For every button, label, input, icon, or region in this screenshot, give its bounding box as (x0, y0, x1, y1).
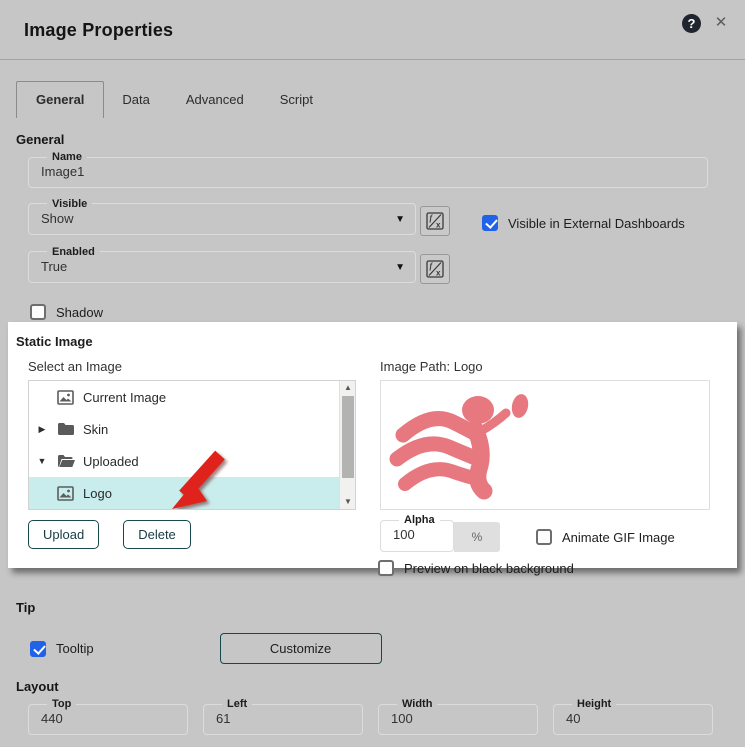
checkbox-label: Shadow (56, 305, 103, 320)
name-field-value[interactable]: Image1 (39, 163, 697, 179)
top-field-label: Top (47, 698, 76, 710)
preview-black-background-checkbox[interactable]: Preview on black background (378, 560, 737, 576)
image-tree[interactable]: Current Image ▶ Skin ▼ Upl (28, 380, 356, 510)
tab-data[interactable]: Data (104, 82, 167, 118)
checkbox-label: Animate GIF Image (562, 530, 675, 545)
height-field-label: Height (572, 698, 616, 710)
general-section-label: General (16, 132, 745, 147)
scroll-up-icon[interactable]: ▲ (340, 381, 356, 395)
width-field-value[interactable]: 100 (389, 710, 527, 726)
tree-scrollbar[interactable]: ▲ ▼ (339, 381, 355, 509)
tree-item-current-image[interactable]: Current Image (29, 381, 355, 413)
top-field[interactable]: Top 440 (28, 698, 188, 735)
left-field[interactable]: Left 61 (203, 698, 363, 735)
chevron-down-icon[interactable]: ▼ (395, 262, 405, 273)
tree-item-skin[interactable]: ▶ Skin (29, 413, 355, 445)
image-preview (380, 380, 710, 510)
tree-item-label: Logo (83, 486, 112, 501)
top-field-value[interactable]: 440 (39, 710, 177, 726)
delete-button[interactable]: Delete (123, 520, 191, 549)
visible-dropdown-label: Visible (47, 198, 92, 210)
tab-bar: General Data Advanced Script (16, 81, 745, 118)
alpha-field-label: Alpha (399, 514, 440, 526)
scroll-down-icon[interactable]: ▼ (340, 495, 356, 509)
select-image-label: Select an Image (28, 359, 380, 374)
svg-text:f: f (430, 262, 434, 271)
static-image-panel: Static Image Select an Image Current Ima… (8, 322, 737, 568)
checkbox-label: Visible in External Dashboards (508, 216, 685, 231)
tab-general[interactable]: General (16, 81, 104, 118)
folder-open-icon (57, 454, 77, 468)
alpha-percent-suffix: % (454, 522, 500, 552)
tip-section-label: Tip (16, 600, 745, 615)
tree-item-label: Skin (83, 422, 108, 437)
height-field[interactable]: Height 40 (553, 698, 713, 735)
fx-icon: f x (425, 259, 445, 279)
layout-section-label: Layout (16, 679, 745, 694)
svg-text:x: x (436, 269, 441, 278)
folder-closed-icon (57, 422, 77, 436)
tooltip-checkbox[interactable]: Tooltip (30, 641, 94, 657)
checkbox-box[interactable] (378, 560, 394, 576)
visible-dropdown[interactable]: Visible Show ▼ (28, 198, 416, 235)
visible-expression-button[interactable]: f x (420, 206, 450, 236)
enabled-dropdown-value: True (39, 258, 405, 274)
width-field[interactable]: Width 100 (378, 698, 538, 735)
image-icon (57, 390, 77, 405)
checkbox-box[interactable] (30, 641, 46, 657)
enabled-dropdown[interactable]: Enabled True ▼ (28, 246, 416, 283)
shadow-checkbox[interactable]: Shadow (30, 304, 745, 320)
alpha-field[interactable]: Alpha 100 (380, 514, 454, 552)
image-icon (57, 486, 77, 501)
image-path-label: Image Path: Logo (380, 359, 737, 374)
name-field-label: Name (47, 151, 87, 163)
enabled-expression-button[interactable]: f x (420, 254, 450, 284)
expander-expanded-icon[interactable]: ▼ (35, 456, 49, 466)
tree-item-uploaded[interactable]: ▼ Uploaded (29, 445, 355, 477)
width-field-label: Width (397, 698, 437, 710)
close-icon[interactable]: ✕ (711, 13, 731, 33)
checkbox-box[interactable] (30, 304, 46, 320)
tab-script[interactable]: Script (262, 82, 331, 118)
tab-advanced[interactable]: Advanced (168, 82, 262, 118)
height-field-value[interactable]: 40 (564, 710, 702, 726)
svg-text:f: f (430, 214, 434, 223)
scrollbar-thumb[interactable] (342, 396, 354, 478)
left-field-label: Left (222, 698, 252, 710)
checkbox-label: Preview on black background (404, 561, 574, 576)
animate-gif-checkbox[interactable]: Animate GIF Image (536, 529, 675, 545)
name-field[interactable]: Name Image1 (28, 151, 708, 188)
tree-item-label: Uploaded (83, 454, 139, 469)
customize-button[interactable]: Customize (220, 633, 382, 664)
checkbox-box[interactable] (536, 529, 552, 545)
expander-collapsed-icon[interactable]: ▶ (35, 424, 49, 435)
alpha-field-value[interactable]: 100 (391, 526, 443, 542)
chevron-down-icon[interactable]: ▼ (395, 214, 405, 225)
enabled-dropdown-label: Enabled (47, 246, 100, 258)
fx-icon: f x (425, 211, 445, 231)
image-properties-dialog: Image Properties ? ✕ General Data Advanc… (0, 0, 745, 747)
static-image-section-label: Static Image (16, 334, 737, 349)
checkbox-label: Tooltip (56, 641, 94, 656)
help-icon[interactable]: ? (682, 14, 701, 33)
visible-external-dashboards-checkbox[interactable]: Visible in External Dashboards (482, 215, 685, 231)
left-field-value[interactable]: 61 (214, 710, 352, 726)
tree-item-label: Current Image (83, 390, 166, 405)
checkbox-box[interactable] (482, 215, 498, 231)
upload-button[interactable]: Upload (28, 520, 99, 549)
svg-text:x: x (436, 221, 441, 230)
tree-item-logo[interactable]: Logo (29, 477, 355, 509)
logo-image (389, 389, 554, 509)
dialog-title: Image Properties (24, 20, 173, 41)
dialog-header: Image Properties ? ✕ (0, 0, 745, 60)
visible-dropdown-value: Show (39, 210, 405, 226)
